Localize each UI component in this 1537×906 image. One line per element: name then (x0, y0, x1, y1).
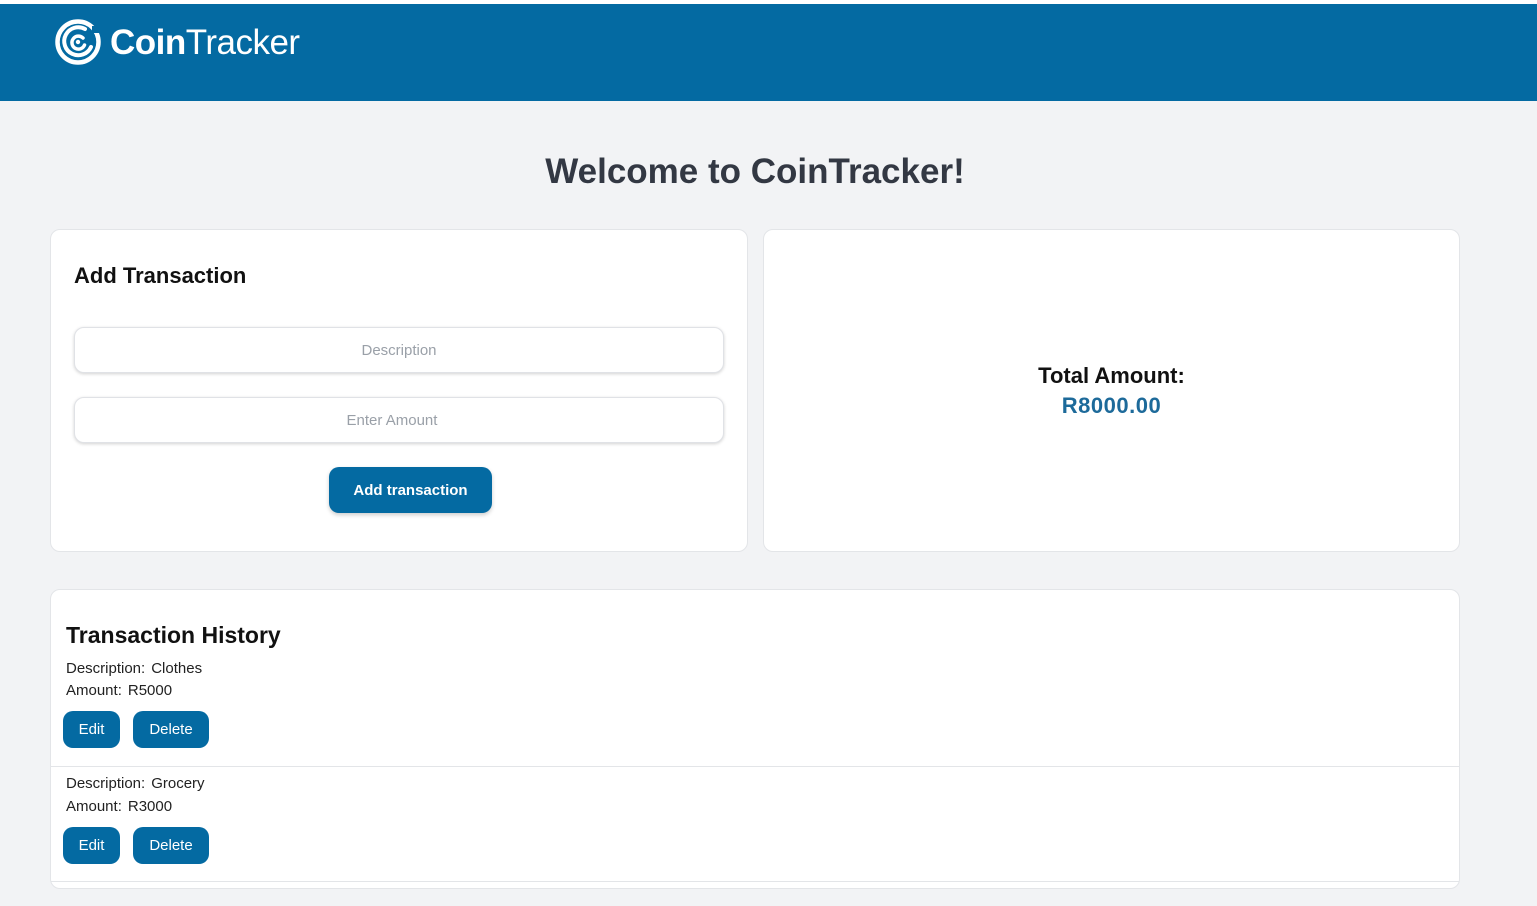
total-amount-card: Total Amount: R8000.00 (763, 229, 1460, 552)
amount-label: Amount: (66, 798, 122, 815)
edit-button[interactable]: Edit (63, 711, 120, 748)
description-value: Clothes (151, 660, 203, 677)
transaction-amount: Amount: R3000 (66, 798, 172, 816)
transaction-description: Description: Clothes (66, 660, 202, 678)
brand-name-tracker: Tracker (185, 22, 300, 62)
add-transaction-title: Add Transaction (74, 263, 247, 288)
total-amount-label: Total Amount: (1038, 363, 1185, 388)
total-amount-value: R8000.00 (1061, 393, 1162, 418)
brand-logo[interactable]: CoinTracker (52, 14, 300, 70)
add-transaction-button[interactable]: Add transaction (329, 467, 492, 513)
transaction-history-card: Transaction History Description: Clothes … (50, 589, 1460, 889)
transaction-history-title: Transaction History (66, 622, 281, 648)
delete-button[interactable]: Delete (133, 711, 209, 748)
app-header: CoinTracker (0, 4, 1537, 101)
page-title: Welcome to CoinTracker! (545, 152, 965, 191)
total-amount-summary: Total Amount: R8000.00 (764, 362, 1459, 422)
amount-value: R3000 (127, 798, 173, 815)
description-value: Grocery (151, 775, 205, 792)
transaction-description: Description: Grocery (66, 775, 205, 793)
transaction-amount: Amount: R5000 (66, 682, 172, 700)
amount-value: R5000 (127, 682, 173, 699)
coin-swirl-icon (55, 19, 101, 65)
transaction-item: Description: Clothes Amount: R5000 Edit De… (51, 657, 1459, 767)
brand-name-coin: Coin (110, 22, 186, 62)
amount-input[interactable] (74, 397, 724, 443)
brand-name: CoinTracker (110, 25, 300, 60)
add-transaction-card: Add Transaction Add transaction (50, 229, 748, 552)
description-label: Description: (66, 660, 146, 677)
amount-label: Amount: (66, 682, 122, 699)
description-label: Description: (66, 775, 146, 792)
transaction-item: Description: Grocery Amount: R3000 Edit De… (51, 767, 1459, 882)
delete-button[interactable]: Delete (133, 827, 209, 864)
edit-button[interactable]: Edit (63, 827, 120, 864)
description-input[interactable] (74, 327, 724, 373)
